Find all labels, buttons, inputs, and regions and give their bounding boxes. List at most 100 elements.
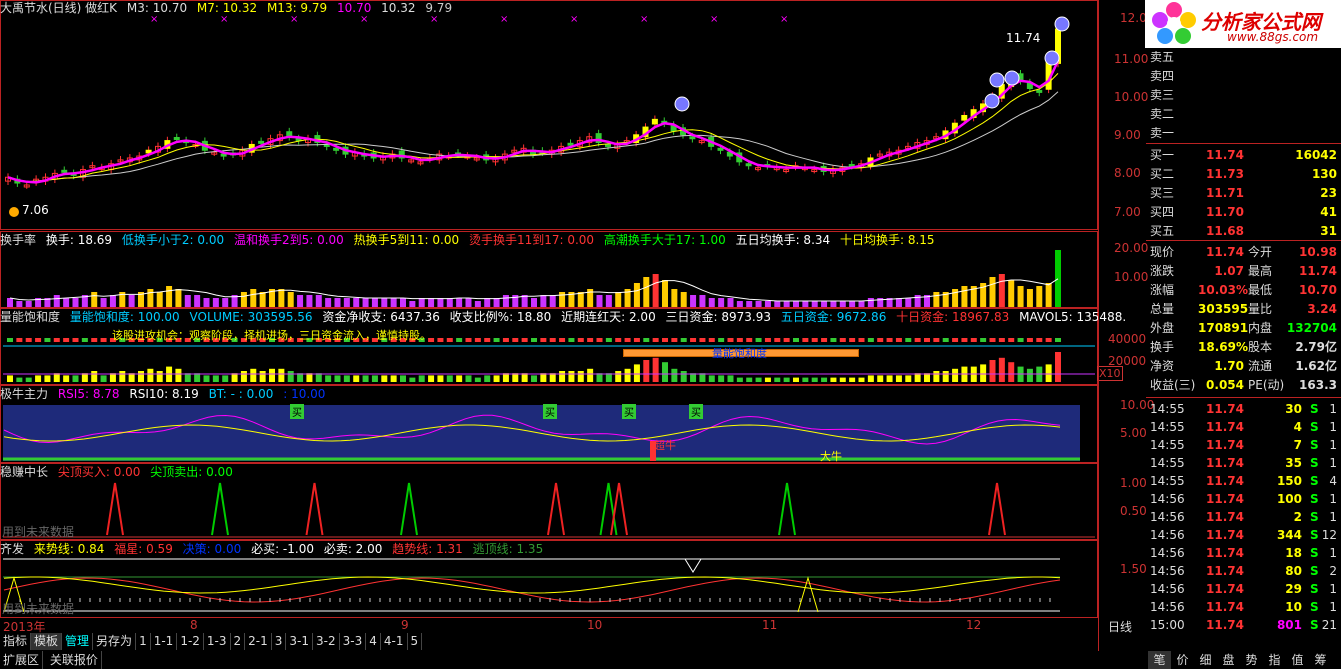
tick-row: 14:56 11.74 2 S 1 <box>1098 508 1341 526</box>
turnover-bar <box>783 301 790 307</box>
quote-value: 18.69% <box>1198 340 1248 354</box>
wz-title: 稳赚中长 <box>0 465 49 479</box>
indicator-tab[interactable]: 1-2 <box>177 633 204 650</box>
tick-time: 14:55 <box>1150 420 1185 434</box>
volume-bar <box>905 375 912 382</box>
right-tab[interactable]: 势 <box>1240 651 1263 669</box>
tick-volume: 801 <box>1276 618 1302 632</box>
indicator-tab[interactable]: 2 <box>231 633 246 650</box>
volume-bar <box>297 373 304 382</box>
sell-label: 卖五 <box>1150 50 1175 64</box>
indicator-tab[interactable]: 3-1 <box>286 633 314 650</box>
tick-price: 11.74 <box>1206 420 1244 434</box>
indicator-tab[interactable]: 3-3 <box>340 633 367 650</box>
right-tab[interactable]: 盘 <box>1217 651 1240 669</box>
x-label: 8 <box>190 618 198 632</box>
volume-bar <box>764 377 771 382</box>
buy-price: 11.70 <box>1206 205 1244 219</box>
indicator-tab[interactable]: 5 <box>408 633 423 650</box>
indicator-tab[interactable]: 模板 <box>31 633 63 650</box>
right-tab[interactable]: 笔 <box>1148 651 1171 669</box>
volume-bar <box>793 377 799 382</box>
quote-label: 涨幅 <box>1150 283 1175 297</box>
tick-time: 14:56 <box>1150 492 1185 506</box>
flow-tick <box>587 338 594 342</box>
right-tab[interactable]: 值 <box>1286 651 1309 669</box>
indicator-tab[interactable]: 1 <box>136 633 151 650</box>
net-flow: 资金净收支: 6437.36 <box>322 310 440 324</box>
buy-tag: 买 <box>290 404 304 419</box>
quote-value: 0.054 <box>1206 378 1244 392</box>
flow-tick <box>867 338 874 342</box>
buy-label: 买五 <box>1150 224 1175 238</box>
tick-price: 11.74 <box>1206 474 1244 488</box>
turnover-bar <box>1045 283 1052 307</box>
tick-time: 14:56 <box>1150 600 1185 614</box>
rsi10: RSI10: 8.19 <box>129 387 199 401</box>
turnover-bar <box>1026 289 1033 307</box>
quote-label: 流通 <box>1248 359 1273 373</box>
turnover-bar <box>362 298 369 307</box>
right-tab[interactable]: 细 <box>1194 651 1217 669</box>
flow-tick <box>895 338 902 342</box>
turnover-bar <box>998 274 1005 307</box>
indicator-tab[interactable]: 1-3 <box>204 633 231 650</box>
indicator-tab[interactable]: 1-1 <box>151 633 178 650</box>
turnover-bar <box>474 301 481 307</box>
right-tab[interactable]: 筹 <box>1309 651 1332 669</box>
red-days: 近期连红天: 2.00 <box>561 310 656 324</box>
volume-bar <box>259 371 266 382</box>
must-buy: 必买: -1.00 <box>251 542 314 556</box>
related-quotes-tab[interactable]: 关联报价 <box>47 651 102 669</box>
face-marker-icon <box>1004 70 1020 86</box>
volsat-note: 该股进攻机会：观察阶段，择机进场，三日资金流入，谨慎持股。 <box>112 329 431 342</box>
candle-body <box>745 163 752 167</box>
must-sell: 必卖: 2.00 <box>323 542 383 556</box>
turnover-bar <box>128 295 135 307</box>
indicator-tab[interactable]: 3-2 <box>313 633 340 650</box>
turnover-header: 换手率 换手: 18.69 低换手小于2: 0.00 温和换手2到5: 0.00… <box>0 233 941 248</box>
tick-volume: 100 <box>1276 492 1302 506</box>
volume-bar <box>7 375 13 382</box>
quote-label: PE(动) <box>1248 378 1285 392</box>
big-bull-label: 大牛 <box>820 450 842 463</box>
flow-tick <box>81 338 88 342</box>
candle-body <box>717 147 724 151</box>
indicator-tab[interactable]: 另存为 <box>93 633 137 650</box>
turnover-bar <box>793 301 799 307</box>
volume-bar <box>718 375 725 382</box>
turnover-bar <box>250 289 257 307</box>
x-label: 10 <box>587 618 603 632</box>
flow-tick <box>886 338 893 342</box>
volume-bar <box>465 375 472 382</box>
turnover-bar <box>802 301 809 307</box>
tick-row: 14:56 11.74 18 S 1 <box>1098 544 1341 562</box>
tick-time: 14:56 <box>1150 564 1185 578</box>
spike-sell-mark <box>305 482 324 536</box>
indicator-tab[interactable]: 管理 <box>62 633 94 650</box>
volume-bar <box>100 375 107 382</box>
flow-tick <box>774 338 781 342</box>
right-tab[interactable]: 指 <box>1263 651 1286 669</box>
v2-label: 10.32 <box>381 1 416 15</box>
indicator-tab[interactable]: 4 <box>366 633 381 650</box>
flow-tick <box>25 338 32 342</box>
spike-buy-mark <box>400 482 418 536</box>
turnover-bar <box>456 298 463 307</box>
extension-tab[interactable]: 扩展区 <box>0 651 44 669</box>
flow-tick <box>615 338 622 342</box>
quote-value: 3.24 <box>1307 302 1337 316</box>
turnover-bar <box>605 295 612 307</box>
indicator-tab[interactable]: 4-1 <box>381 633 408 650</box>
turnover-bar <box>371 298 378 307</box>
candlestick-chart[interactable]: × × × × × × × × × × <box>0 0 1098 230</box>
tick-time: 15:00 <box>1150 618 1185 632</box>
indicator-tab[interactable]: 2-1 <box>245 633 272 650</box>
indicator-tab[interactable]: 3 <box>272 633 287 650</box>
indicator-tab[interactable]: 指标 <box>0 633 32 650</box>
turnover-bar <box>1036 286 1043 307</box>
future-data-note: 用到未来数据 <box>2 602 75 616</box>
qf-header: 齐发 来势线: 0.84 福星: 0.59 决策: 0.00 必买: -1.00… <box>0 542 549 557</box>
right-tab[interactable]: 价 <box>1171 651 1194 669</box>
volume-bar <box>989 360 996 382</box>
